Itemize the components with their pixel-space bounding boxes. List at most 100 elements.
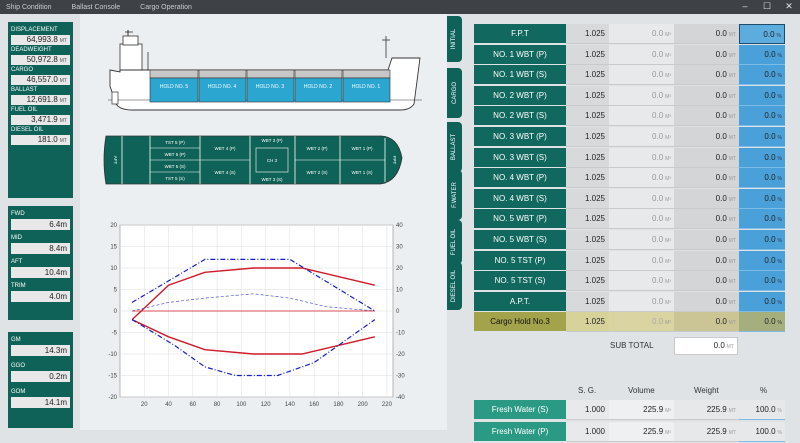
tank-sg[interactable]: 1.025 [566,271,609,292]
tank-volume[interactable]: 0.0 M³ [609,271,674,292]
close-button[interactable]: ✕ [778,0,800,14]
menu-ballast-console[interactable]: Ballast Console [72,4,121,11]
tank-percent[interactable]: 0.0% [739,291,785,312]
plan-wbt2s[interactable]: WBT 2 (S) [307,170,328,175]
minimize-button[interactable]: – [734,0,756,14]
menu-cargo-operation[interactable]: Cargo Operation [140,4,192,11]
menu-ship-condition[interactable]: Ship Condition [6,4,52,11]
tank-row[interactable]: NO. 5 WBT (P) 1.025 0.0 M³ 0.0 MT 0.0% [474,209,792,230]
tank-sg[interactable]: 1.025 [566,188,609,209]
tank-row[interactable]: NO. 5 TST (P) 1.025 0.0 M³ 0.0 MT 0.0% [474,250,792,271]
tank-weight[interactable]: 0.0 MT [674,209,739,230]
tank-weight[interactable]: 0.0 MT [674,24,739,44]
tank-percent[interactable]: 0.0% [739,250,785,271]
fw-weight[interactable]: 225.9 MT [674,400,739,420]
tank-sg[interactable]: 1.025 [566,250,609,271]
tank-row[interactable]: NO. 5 TST (S) 1.025 0.0 M³ 0.0 MT 0.0% [474,271,792,292]
tank-percent[interactable]: 0.0% [739,127,785,147]
tank-sg[interactable]: 1.025 [566,44,609,65]
tank-weight[interactable]: 0.0 MT [674,106,739,127]
tank-volume[interactable]: 0.0 M³ [609,65,674,86]
tab-initial[interactable]: INITIAL [447,16,462,62]
tank-weight[interactable]: 0.0 MT [674,250,739,271]
tank-row[interactable]: A.P.T. 1.025 0.0 M³ 0.0 MT 0.0% [474,291,792,312]
fw-percent[interactable]: 100.0% [739,400,785,420]
tank-row[interactable]: NO. 4 WBT (S) 1.025 0.0 M³ 0.0 MT 0.0% [474,188,792,209]
tank-row[interactable]: NO. 1 WBT (S) 1.025 0.0 M³ 0.0 MT 0.0% [474,65,792,86]
plan-wbt2p[interactable]: WBT 2 (P) [307,146,328,151]
plan-wbt1p[interactable]: WBT 1 (P) [352,146,373,151]
tank-weight[interactable]: 0.0 MT [674,271,739,292]
tank-row[interactable]: NO. 2 WBT (P) 1.025 0.0 M³ 0.0 MT 0.0% [474,85,792,106]
tank-volume[interactable]: 0.0 M³ [609,24,674,44]
tab-fwater[interactable]: F.WATER [447,170,462,220]
fw-sg[interactable]: 1.000 [566,400,609,420]
tank-sg[interactable]: 1.025 [566,24,609,44]
tank-percent[interactable]: 0.0% [739,106,785,127]
tank-sg[interactable]: 1.025 [566,85,609,106]
tank-volume[interactable]: 0.0 M³ [609,230,674,250]
tank-sg[interactable]: 1.025 [566,312,609,333]
tank-volume[interactable]: 0.0 M³ [609,106,674,127]
plan-wbt4p[interactable]: WBT 4 (P) [215,146,236,151]
tank-volume[interactable]: 0.0 M³ [609,291,674,312]
fw-volume[interactable]: 225.9 M³ [609,400,674,420]
tank-percent[interactable]: 0.0% [739,44,785,65]
tank-percent[interactable]: 0.0% [739,147,785,168]
plan-wbt3s[interactable]: WBT 3 (S) [262,177,283,182]
tank-row[interactable]: NO. 1 WBT (P) 1.025 0.0 M³ 0.0 MT 0.0% [474,44,792,65]
tank-weight[interactable]: 0.0 MT [674,188,739,209]
plan-wbt5s[interactable]: WBT 5 (S) [165,164,186,169]
tank-percent[interactable]: 0.0% [739,24,785,44]
tank-sg[interactable]: 1.025 [566,168,609,189]
tank-sg[interactable]: 1.025 [566,147,609,168]
tank-weight[interactable]: 0.0 MT [674,127,739,147]
plan-wbt4s[interactable]: WBT 4 (S) [215,170,236,175]
tank-percent[interactable]: 0.0% [739,85,785,106]
tank-sg[interactable]: 1.025 [566,65,609,86]
plan-ch3[interactable]: CH 3 [267,158,278,163]
fw-volume[interactable]: 225.9 M³ [609,422,674,442]
tank-weight[interactable]: 0.0 MT [674,65,739,86]
fw-sg[interactable]: 1.000 [566,422,609,442]
plan-tst5p[interactable]: TST 5 (P) [165,140,185,145]
tank-sg[interactable]: 1.025 [566,127,609,147]
tank-row[interactable]: NO. 3 WBT (S) 1.025 0.0 M³ 0.0 MT 0.0% [474,147,792,168]
tank-sg[interactable]: 1.025 [566,291,609,312]
tab-fuel-oil[interactable]: FUEL OIL [447,220,462,264]
tank-weight[interactable]: 0.0 MT [674,230,739,250]
fw-percent[interactable]: 100.0% [739,422,785,442]
tank-weight[interactable]: 0.0 MT [674,44,739,65]
plan-wbt5p[interactable]: WBT 5 (P) [165,152,186,157]
tank-volume[interactable]: 0.0 M³ [609,127,674,147]
fw-row[interactable]: Fresh Water (P) 1.000 225.9 M³ 225.9 MT 100.0% [474,422,792,442]
tank-volume[interactable]: 0.0 M³ [609,85,674,106]
plan-wbt1s[interactable]: WBT 1 (S) [352,170,373,175]
tank-percent[interactable]: 0.0% [739,188,785,209]
tank-percent[interactable]: 0.0% [739,271,785,292]
fw-row[interactable]: Fresh Water (S) 1.000 225.9 M³ 225.9 MT 100.0% [474,400,792,420]
tab-ballast[interactable]: BALLAST [447,122,462,172]
tank-weight[interactable]: 0.0 MT [674,85,739,106]
tank-row[interactable]: F.P.T 1.025 0.0 M³ 0.0 MT 0.0% [474,24,792,44]
tank-volume[interactable]: 0.0 M³ [609,250,674,271]
tank-volume[interactable]: 0.0 M³ [609,168,674,189]
tank-percent[interactable]: 0.0% [739,312,785,333]
tab-diesel-oil[interactable]: DIESEL OIL [447,262,462,310]
tank-row[interactable]: Cargo Hold No.3 1.025 0.0 M³ 0.0 MT 0.0% [474,312,792,333]
tank-percent[interactable]: 0.0% [739,65,785,86]
tank-weight[interactable]: 0.0 MT [674,168,739,189]
tank-row[interactable]: NO. 3 WBT (P) 1.025 0.0 M³ 0.0 MT 0.0% [474,127,792,147]
tank-sg[interactable]: 1.025 [566,230,609,250]
tank-weight[interactable]: 0.0 MT [674,147,739,168]
maximize-button[interactable]: ☐ [756,0,778,14]
tank-percent[interactable]: 0.0% [739,168,785,189]
tank-sg[interactable]: 1.025 [566,209,609,230]
tank-volume[interactable]: 0.0 M³ [609,209,674,230]
tank-percent[interactable]: 0.0% [739,209,785,230]
tank-sg[interactable]: 1.025 [566,106,609,127]
tank-weight[interactable]: 0.0 MT [674,312,739,333]
tank-percent[interactable]: 0.0% [739,230,785,250]
tank-volume[interactable]: 0.0 M³ [609,44,674,65]
tank-row[interactable]: NO. 5 WBT (S) 1.025 0.0 M³ 0.0 MT 0.0% [474,230,792,250]
